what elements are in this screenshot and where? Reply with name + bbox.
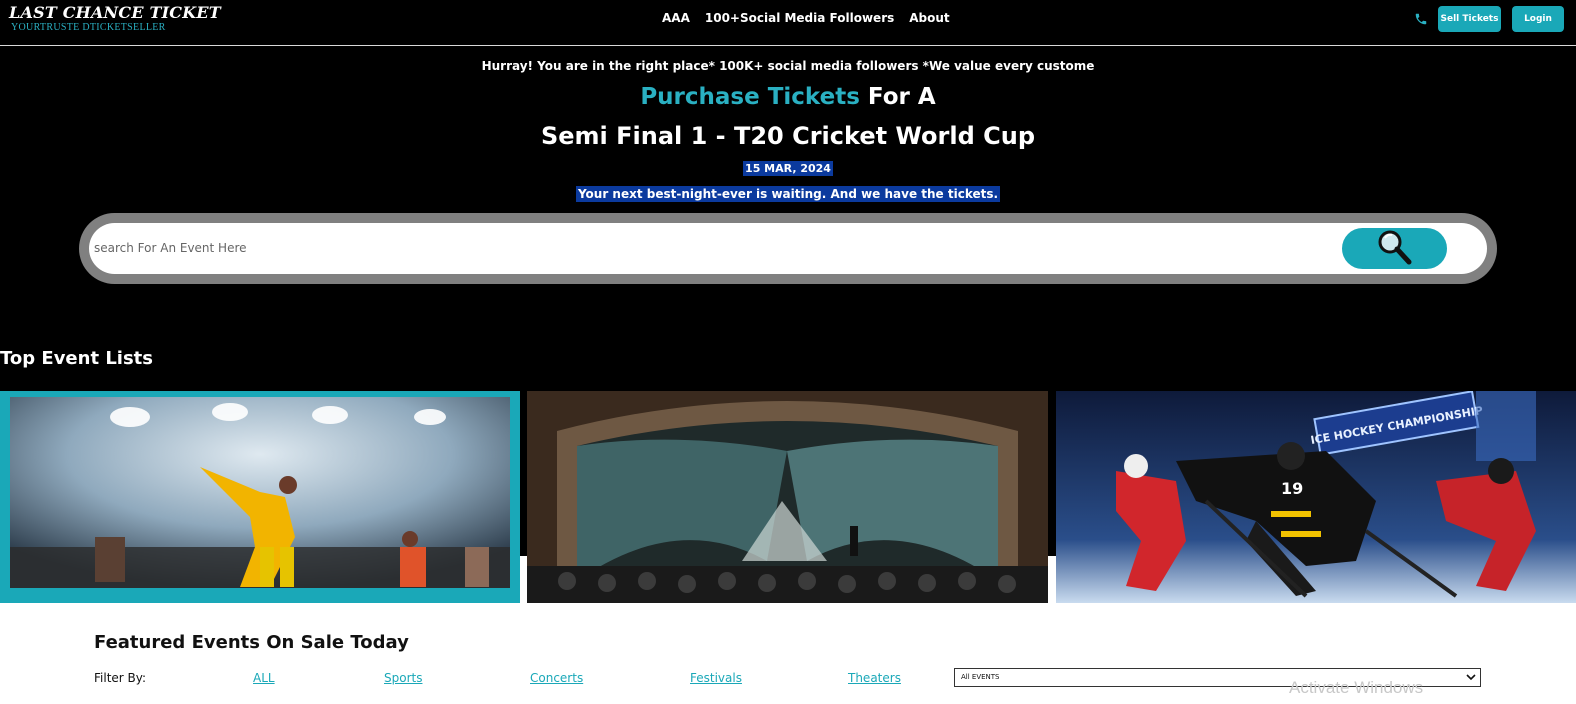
main-nav: AAA 100+Social Media Followers About [662, 11, 950, 25]
sell-tickets-button[interactable]: Sell Tickets [1438, 6, 1501, 32]
hero-headline-accent: Purchase Tickets [640, 84, 860, 110]
filter-label: Filter By: [94, 671, 147, 685]
search-field-container [89, 223, 1487, 274]
event-card-theater[interactable] [527, 391, 1048, 603]
hero-headline: Purchase Tickets For A [0, 84, 1576, 110]
event-card-hockey[interactable]: ICE HOCKEY CHAMPIONSHIP 19 [1056, 391, 1576, 603]
site-logo[interactable]: LAST CHANCE TICKET YOURTRUSTE DTICKETSEL… [9, 3, 221, 34]
hero-headline-rest: For A [859, 84, 936, 110]
event-card-concert[interactable] [0, 391, 520, 603]
event-title: Semi Final 1 - T20 Cricket World Cup [540, 122, 1036, 150]
logo-title: LAST CHANCE TICKET [9, 3, 221, 22]
search-input[interactable] [94, 235, 1294, 261]
featured-title: Featured Events On Sale Today [94, 632, 409, 653]
card-gap [1048, 556, 1056, 603]
chevron-down-icon [1466, 671, 1476, 683]
hero-tagline: Hurray! You are in the right place* 100K… [481, 59, 1095, 73]
event-type-select-value: All EVENTS [961, 673, 1000, 681]
logo-subtitle: YOURTRUSTE DTICKETSELLER [11, 22, 166, 33]
hero-subline: Your next best-night-ever is waiting. An… [0, 186, 1576, 202]
card-gap [520, 556, 527, 603]
nav-item-aaa[interactable]: AAA [662, 11, 690, 25]
search-bar [79, 213, 1497, 284]
phone-icon[interactable] [1414, 11, 1428, 25]
page: LAST CHANCE TICKET YOURTRUSTE DTICKETSEL… [0, 0, 1576, 704]
site-header: LAST CHANCE TICKET YOURTRUSTE DTICKETSEL… [0, 0, 1576, 46]
featured-section: Featured Events On Sale Today Filter By:… [0, 603, 1576, 704]
login-button[interactable]: Login [1512, 6, 1564, 32]
jersey-number: 19 [1281, 479, 1303, 498]
hero-subline-text: Your next best-night-ever is waiting. An… [575, 186, 1001, 202]
top-events-title: Top Event Lists [0, 348, 153, 369]
search-icon [1375, 228, 1415, 269]
filter-concerts[interactable]: Concerts [530, 671, 583, 685]
filter-all[interactable]: ALL [253, 671, 275, 685]
nav-item-about[interactable]: About [909, 11, 949, 25]
filter-sports[interactable]: Sports [384, 671, 422, 685]
filter-festivals[interactable]: Festivals [690, 671, 742, 685]
event-date: 15 MAR, 2024 [0, 161, 1576, 176]
theater-image [527, 391, 1048, 603]
event-date-text: 15 MAR, 2024 [743, 161, 833, 176]
concert-image [10, 397, 510, 588]
os-activation-watermark: Activate Windows [1289, 678, 1424, 697]
nav-item-social-followers[interactable]: 100+Social Media Followers [705, 11, 894, 25]
hockey-image: ICE HOCKEY CHAMPIONSHIP 19 [1056, 391, 1576, 603]
search-button[interactable] [1342, 228, 1447, 269]
filter-theaters[interactable]: Theaters [848, 671, 901, 685]
